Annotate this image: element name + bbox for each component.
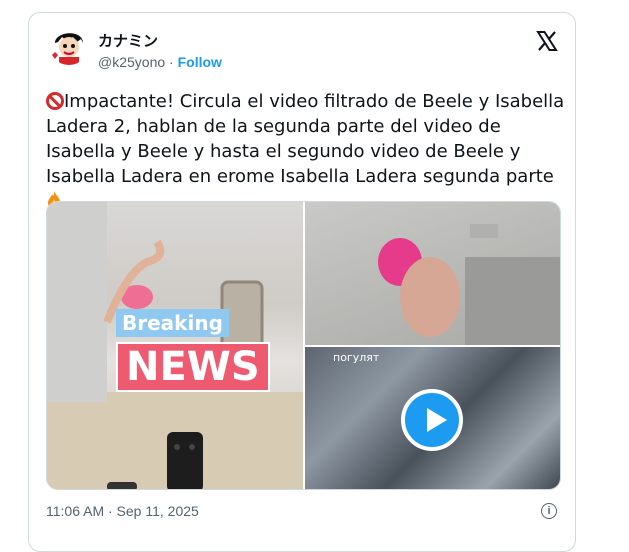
avatar[interactable] <box>49 25 89 65</box>
news-label: NEWS <box>116 342 270 392</box>
author-name[interactable]: カナミン <box>98 30 158 51</box>
tweet-card[interactable]: カナミン @k25yono · Follow Impactante! Circu… <box>28 12 576 552</box>
play-icon[interactable] <box>401 389 463 451</box>
media-image-2[interactable] <box>305 202 560 345</box>
tweet-body: Impactante! Circula el video filtrado de… <box>46 91 565 187</box>
no-entry-icon <box>46 92 64 110</box>
x-logo-icon[interactable] <box>535 29 559 53</box>
separator-dot: · <box>169 54 174 70</box>
overlay-text: погулят <box>333 351 380 364</box>
follow-button[interactable]: Follow <box>178 54 222 70</box>
info-icon[interactable]: i <box>541 503 557 519</box>
tweet-timestamp[interactable]: 11:06 AM · Sep 11, 2025 <box>46 503 199 519</box>
media-image-1[interactable]: Breaking NEWS <box>47 202 303 489</box>
room-scene <box>378 224 560 345</box>
author-handle[interactable]: @k25yono <box>98 54 165 70</box>
media-video-3[interactable]: погулят <box>305 347 560 489</box>
tweet-text: Impactante! Circula el video filtrado de… <box>46 89 566 214</box>
handle-row: @k25yono · Follow <box>98 54 222 70</box>
media-grid: Breaking NEWS погулят <box>46 201 561 490</box>
breaking-label: Breaking <box>116 309 229 337</box>
